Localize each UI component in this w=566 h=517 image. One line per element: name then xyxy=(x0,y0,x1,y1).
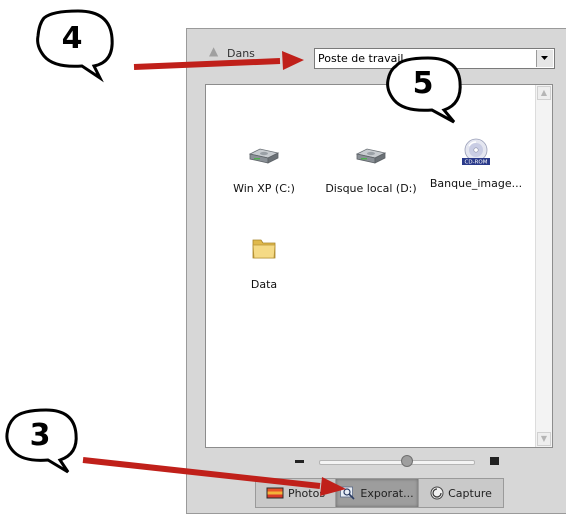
callout-3: 3 xyxy=(2,406,94,478)
magnifier-icon xyxy=(340,486,355,500)
item-label: Disque local (D:) xyxy=(325,182,417,195)
photos-icon xyxy=(266,487,284,499)
tab-label: Capture xyxy=(448,486,492,500)
vertical-scrollbar[interactable]: ▲ ▼ xyxy=(535,85,552,447)
callout-4: 4 xyxy=(32,6,124,86)
thumbnail-size-slider-row xyxy=(205,453,553,469)
tab-label: Exporat... xyxy=(360,486,414,500)
item-label: Data xyxy=(250,278,278,291)
hard-drive-icon xyxy=(248,148,280,164)
callout-5: 5 xyxy=(382,52,472,128)
location-row: ▲ Dans Poste de travail xyxy=(187,43,566,69)
scroll-up-icon[interactable]: ▲ xyxy=(537,86,551,100)
callout-number: 3 xyxy=(29,418,51,453)
slider-thumb[interactable] xyxy=(401,455,413,467)
callout-number: 4 xyxy=(61,21,83,56)
up-folder-icon[interactable]: ▲ xyxy=(209,45,223,57)
tab-bar: Photos Exporat... Capture xyxy=(255,478,504,508)
item-drive-d[interactable]: Disque local (D:) xyxy=(323,145,419,195)
tab-photos[interactable]: Photos xyxy=(256,479,336,507)
cd-rom-badge: CD-ROM xyxy=(465,160,488,166)
large-thumbnail-icon xyxy=(490,457,499,465)
item-drive-c[interactable]: Win XP (C:) xyxy=(216,145,312,195)
location-label: Dans xyxy=(227,47,255,60)
item-folder-data[interactable]: Data xyxy=(216,235,312,291)
hard-drive-icon xyxy=(355,148,387,164)
item-label: Win XP (C:) xyxy=(233,182,295,195)
scroll-down-icon[interactable]: ▼ xyxy=(537,432,551,446)
tab-capture[interactable]: Capture xyxy=(419,479,503,507)
tab-exploration[interactable]: Exporat... xyxy=(336,479,419,507)
capture-icon xyxy=(430,486,444,500)
item-label: Banque_image... xyxy=(429,177,523,190)
explorer-panel: ▲ Dans Poste de travail Win XP (C:) Disq… xyxy=(186,28,566,514)
item-cd-rom[interactable]: CD-ROM Banque_image... xyxy=(428,137,524,190)
tab-label: Photos xyxy=(287,486,326,500)
small-thumbnail-icon xyxy=(295,460,304,463)
thumbnail-size-slider[interactable] xyxy=(319,455,475,467)
dropdown-arrow-icon[interactable] xyxy=(536,50,553,67)
stage: ▲ Dans Poste de travail Win XP (C:) Disq… xyxy=(0,0,566,517)
cd-rom-icon: CD-ROM xyxy=(462,138,490,166)
file-view: Win XP (C:) Disque local (D:) CD-ROM Ban… xyxy=(205,84,553,448)
callout-number: 5 xyxy=(412,66,434,101)
folder-icon xyxy=(252,239,276,259)
